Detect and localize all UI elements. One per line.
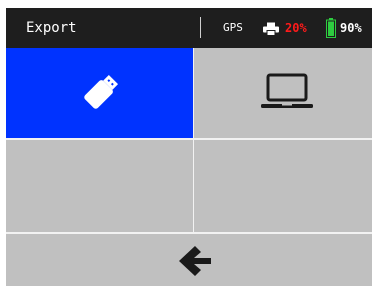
battery-level-text: 90%	[340, 21, 362, 35]
gps-indicator: GPS	[223, 21, 243, 34]
empty-tile	[194, 140, 372, 232]
computer-export-tile[interactable]	[194, 48, 372, 138]
grid-divider-vertical	[193, 48, 194, 232]
export-options-grid	[6, 48, 372, 286]
status-bar: Export GPS 20% 90%	[6, 8, 372, 48]
status-divider	[200, 17, 201, 38]
empty-tile	[6, 140, 193, 232]
usb-icon	[76, 70, 124, 116]
laptop-icon	[259, 73, 315, 111]
usb-export-tile[interactable]	[6, 48, 193, 138]
printer-level-text: 20%	[285, 21, 307, 35]
battery-icon	[326, 18, 336, 38]
page-title: Export	[26, 20, 77, 36]
back-arrow-icon	[177, 244, 215, 278]
printer-icon	[262, 21, 280, 36]
back-button[interactable]	[6, 234, 372, 286]
grid-divider-horizontal	[6, 138, 372, 140]
